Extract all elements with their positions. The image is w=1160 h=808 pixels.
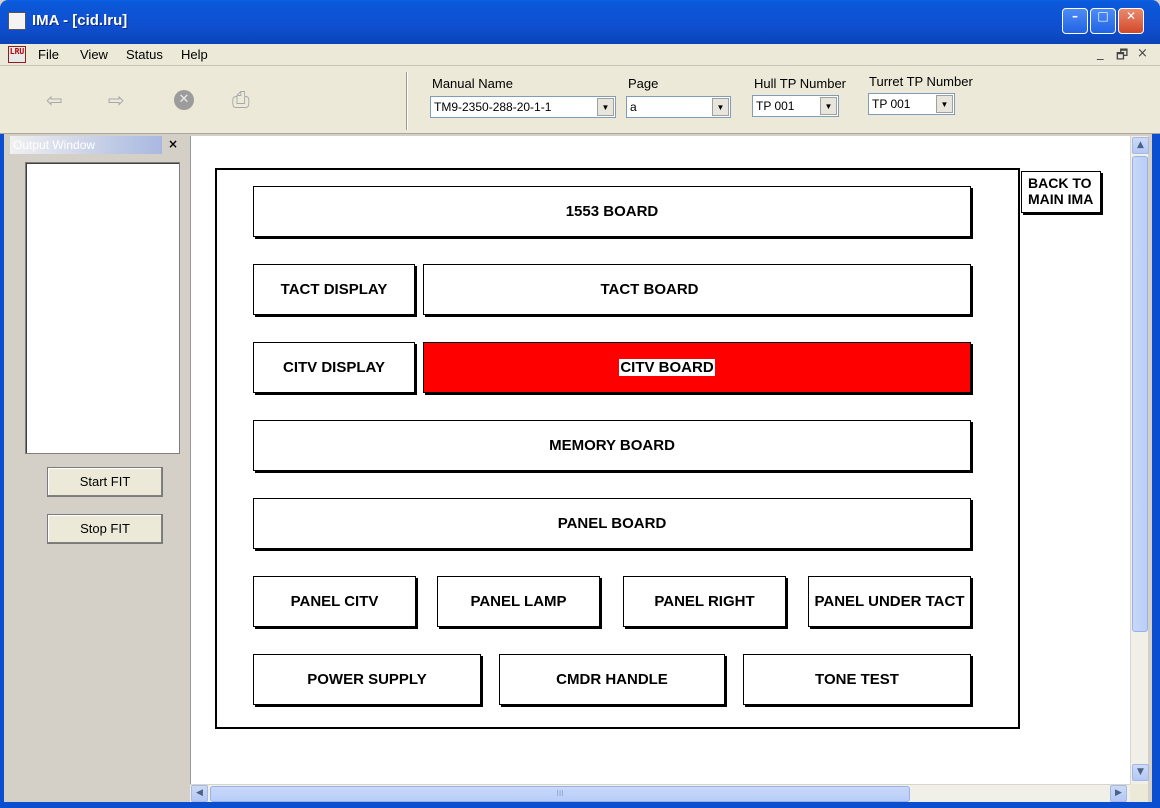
stop-fit-button[interactable]: Stop FIT: [47, 514, 163, 544]
manual-name-label: Manual Name: [432, 76, 513, 91]
board-label: MEMORY BOARD: [549, 437, 675, 454]
menu-help[interactable]: Help: [181, 47, 208, 62]
menu-file[interactable]: File: [38, 47, 59, 62]
diagram-area: 1553 BOARD TACT DISPLAY TACT BOARD CITV …: [190, 136, 1130, 784]
board-panel[interactable]: PANEL BOARD: [253, 498, 971, 549]
output-textbox[interactable]: [25, 162, 180, 454]
scroll-corner: [1130, 784, 1148, 802]
window-title: IMA - [cid.lru]: [32, 12, 128, 29]
board-panel-lamp[interactable]: PANEL LAMP: [437, 576, 600, 627]
chevron-down-icon[interactable]: ▼: [936, 95, 953, 113]
board-label: 1553 BOARD: [565, 203, 659, 220]
hull-tp-select[interactable]: TP 001 ▼: [752, 95, 839, 117]
board-label: TONE TEST: [815, 671, 899, 688]
mdi-close-icon[interactable]: ×: [1137, 46, 1148, 61]
output-window-header: Output Window ×: [10, 136, 182, 154]
scroll-up-button[interactable]: ▲: [1132, 137, 1149, 154]
board-1553[interactable]: 1553 BOARD: [253, 186, 971, 237]
hull-tp-value: TP 001: [756, 99, 795, 113]
output-window-title: Output Window: [10, 136, 162, 154]
stop-icon[interactable]: ✕: [174, 90, 194, 110]
menu-bar: LRU File View Status Help _ 🗗 ×: [0, 44, 1160, 66]
close-icon[interactable]: ×: [168, 137, 178, 151]
close-button[interactable]: ✕: [1118, 8, 1144, 34]
board-label: CMDR HANDLE: [556, 671, 668, 688]
menu-view[interactable]: View: [80, 47, 108, 62]
turret-tp-select[interactable]: TP 001 ▼: [868, 93, 955, 115]
menu-status[interactable]: Status: [126, 47, 163, 62]
board-label: PANEL UNDER TACT: [814, 593, 965, 610]
grip-icon: III: [556, 789, 564, 798]
scroll-down-button[interactable]: ▼: [1132, 764, 1149, 781]
board-label: TACT BOARD: [600, 281, 699, 298]
scroll-left-button[interactable]: ◀: [191, 785, 208, 802]
chevron-up-icon: ▲: [1137, 140, 1144, 150]
board-label: PANEL CITV: [290, 593, 379, 610]
window-border-right: [1152, 44, 1160, 808]
maximize-icon: □: [1097, 9, 1109, 23]
board-label: CITV DISPLAY: [283, 359, 385, 376]
output-window-panel: Output Window × Start FIT Stop FIT: [10, 136, 182, 804]
board-label: PANEL LAMP: [470, 593, 567, 610]
board-panel-right[interactable]: PANEL RIGHT: [623, 576, 786, 627]
board-power-supply[interactable]: POWER SUPPLY: [253, 654, 481, 705]
chevron-down-icon[interactable]: ▼: [597, 98, 614, 116]
toolbar: ⇦ ⇨ ✕ ⎙ Manual Name TM9-2350-288-20-1-1 …: [0, 66, 1160, 134]
board-citv[interactable]: CITV BOARD: [423, 342, 971, 393]
scroll-right-button[interactable]: ▶: [1110, 785, 1127, 802]
board-memory[interactable]: MEMORY BOARD: [253, 420, 971, 471]
turret-tp-label: Turret TP Number: [869, 74, 973, 89]
close-icon: ✕: [1125, 9, 1137, 23]
chevron-down-icon: ▼: [1137, 767, 1144, 777]
back-to-main-button[interactable]: BACK TO MAIN IMA: [1021, 171, 1101, 213]
manual-name-select[interactable]: TM9-2350-288-20-1-1 ▼: [430, 96, 616, 118]
board-label: PANEL RIGHT: [654, 593, 755, 610]
board-cmdr-handle[interactable]: CMDR HANDLE: [499, 654, 725, 705]
back-arrow-icon[interactable]: ⇦: [46, 88, 63, 112]
board-citv-display[interactable]: CITV DISPLAY: [253, 342, 415, 393]
maximize-button[interactable]: □: [1090, 8, 1116, 34]
board-label: TACT DISPLAY: [280, 281, 388, 298]
chevron-right-icon: ▶: [1115, 788, 1122, 798]
minimize-button[interactable]: –: [1062, 8, 1088, 34]
window-border-bottom: [0, 802, 1160, 808]
horizontal-scroll-thumb[interactable]: III: [210, 786, 910, 802]
start-fit-button[interactable]: Start FIT: [47, 467, 163, 497]
chevron-down-icon[interactable]: ▼: [820, 97, 837, 115]
board-label: POWER SUPPLY: [307, 671, 427, 688]
board-label: CITV BOARD: [619, 359, 715, 376]
horizontal-scrollbar[interactable]: ◀ III ▶: [190, 784, 1130, 802]
board-tone-test[interactable]: TONE TEST: [743, 654, 971, 705]
hull-tp-label: Hull TP Number: [754, 76, 846, 91]
board-panel-under-tact[interactable]: PANEL UNDER TACT: [808, 576, 971, 627]
page-value: a: [630, 100, 637, 114]
board-diagram-frame: 1553 BOARD TACT DISPLAY TACT BOARD CITV …: [215, 168, 1020, 729]
document-icon[interactable]: LRU: [8, 46, 26, 63]
minimize-icon: –: [1072, 9, 1078, 23]
board-label: PANEL BOARD: [557, 515, 667, 532]
chevron-down-icon[interactable]: ▼: [712, 98, 729, 116]
mdi-minimize-icon[interactable]: _: [1097, 46, 1104, 61]
toolbar-separator: [406, 72, 408, 130]
vertical-scrollbar[interactable]: ▲ ▼: [1130, 136, 1149, 784]
chevron-left-icon: ◀: [196, 788, 203, 798]
page-select[interactable]: a ▼: [626, 96, 731, 118]
vertical-scroll-thumb[interactable]: [1132, 156, 1148, 632]
app-icon: [8, 12, 26, 30]
manual-name-value: TM9-2350-288-20-1-1: [434, 100, 552, 114]
turret-tp-value: TP 001: [872, 97, 911, 111]
board-panel-citv[interactable]: PANEL CITV: [253, 576, 416, 627]
mdi-restore-icon[interactable]: 🗗: [1116, 46, 1128, 68]
page-label: Page: [628, 76, 659, 91]
board-tact[interactable]: TACT BOARD: [423, 264, 971, 315]
forward-arrow-icon[interactable]: ⇨: [108, 88, 125, 112]
board-tact-display[interactable]: TACT DISPLAY: [253, 264, 415, 315]
title-bar[interactable]: IMA - [cid.lru] – □ ✕: [0, 0, 1160, 44]
window-border-left: [0, 44, 4, 808]
print-icon[interactable]: ⎙: [232, 88, 250, 113]
